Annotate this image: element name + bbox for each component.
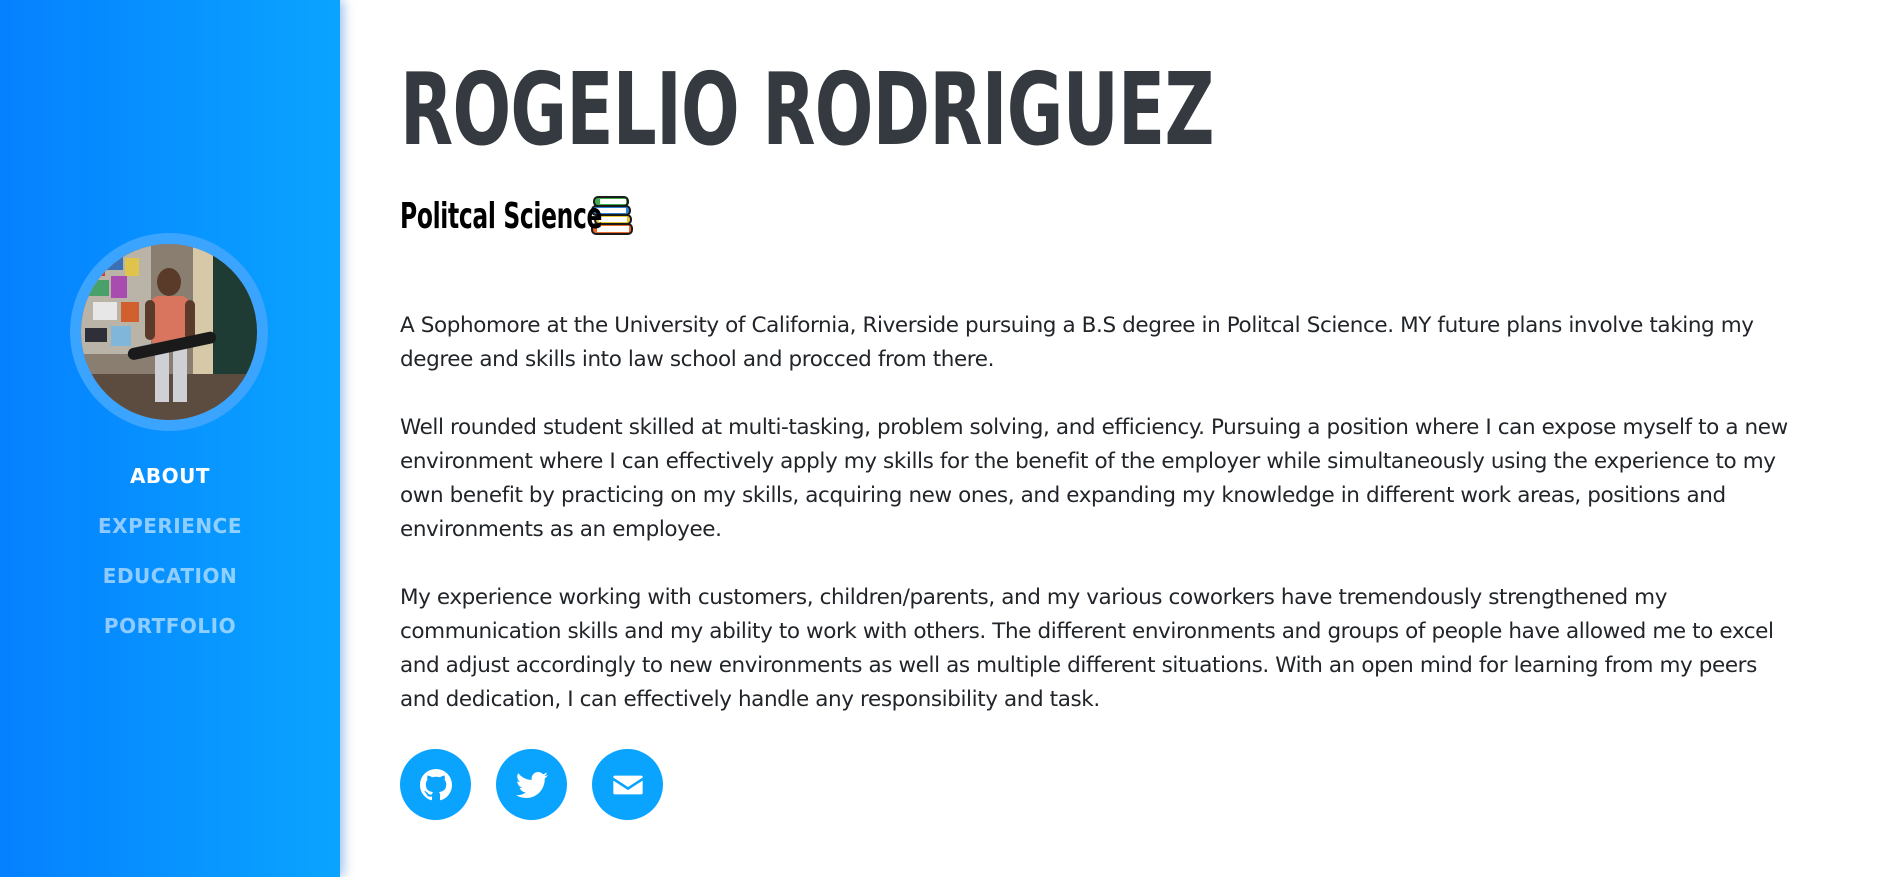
github-button[interactable] — [400, 749, 471, 820]
nav-item-experience[interactable]: EXPERIENCE — [0, 508, 340, 558]
about-paragraph-1: A Sophomore at the University of Califor… — [400, 313, 1754, 372]
envelope-icon — [612, 775, 643, 794]
page: ABOUT EXPERIENCE EDUCATION PORTFOLIO ROG… — [0, 0, 1887, 877]
subtitle: Politcal Science — [400, 193, 634, 239]
github-icon — [419, 768, 452, 800]
social-links — [400, 749, 663, 820]
sidebar: ABOUT EXPERIENCE EDUCATION PORTFOLIO — [0, 0, 340, 877]
about-text: A Sophomore at the University of Califor… — [400, 309, 1790, 751]
nav-item-about[interactable]: ABOUT — [0, 458, 340, 508]
twitter-button[interactable] — [496, 749, 567, 820]
profile-photo — [81, 244, 257, 420]
nav-item-portfolio[interactable]: PORTFOLIO — [0, 608, 340, 658]
email-button[interactable] — [592, 749, 663, 820]
subtitle-text: Politcal Science — [400, 195, 603, 237]
avatar — [70, 233, 268, 431]
page-title: ROGELIO RODRIGUEZ — [400, 51, 1215, 168]
twitter-icon — [515, 771, 548, 798]
sidebar-nav: ABOUT EXPERIENCE EDUCATION PORTFOLIO — [0, 458, 340, 658]
about-paragraph-3: My experience working with customers, ch… — [400, 585, 1774, 712]
nav-item-education[interactable]: EDUCATION — [0, 558, 340, 608]
about-paragraph-2: Well rounded student skilled at multi-ta… — [400, 415, 1788, 542]
